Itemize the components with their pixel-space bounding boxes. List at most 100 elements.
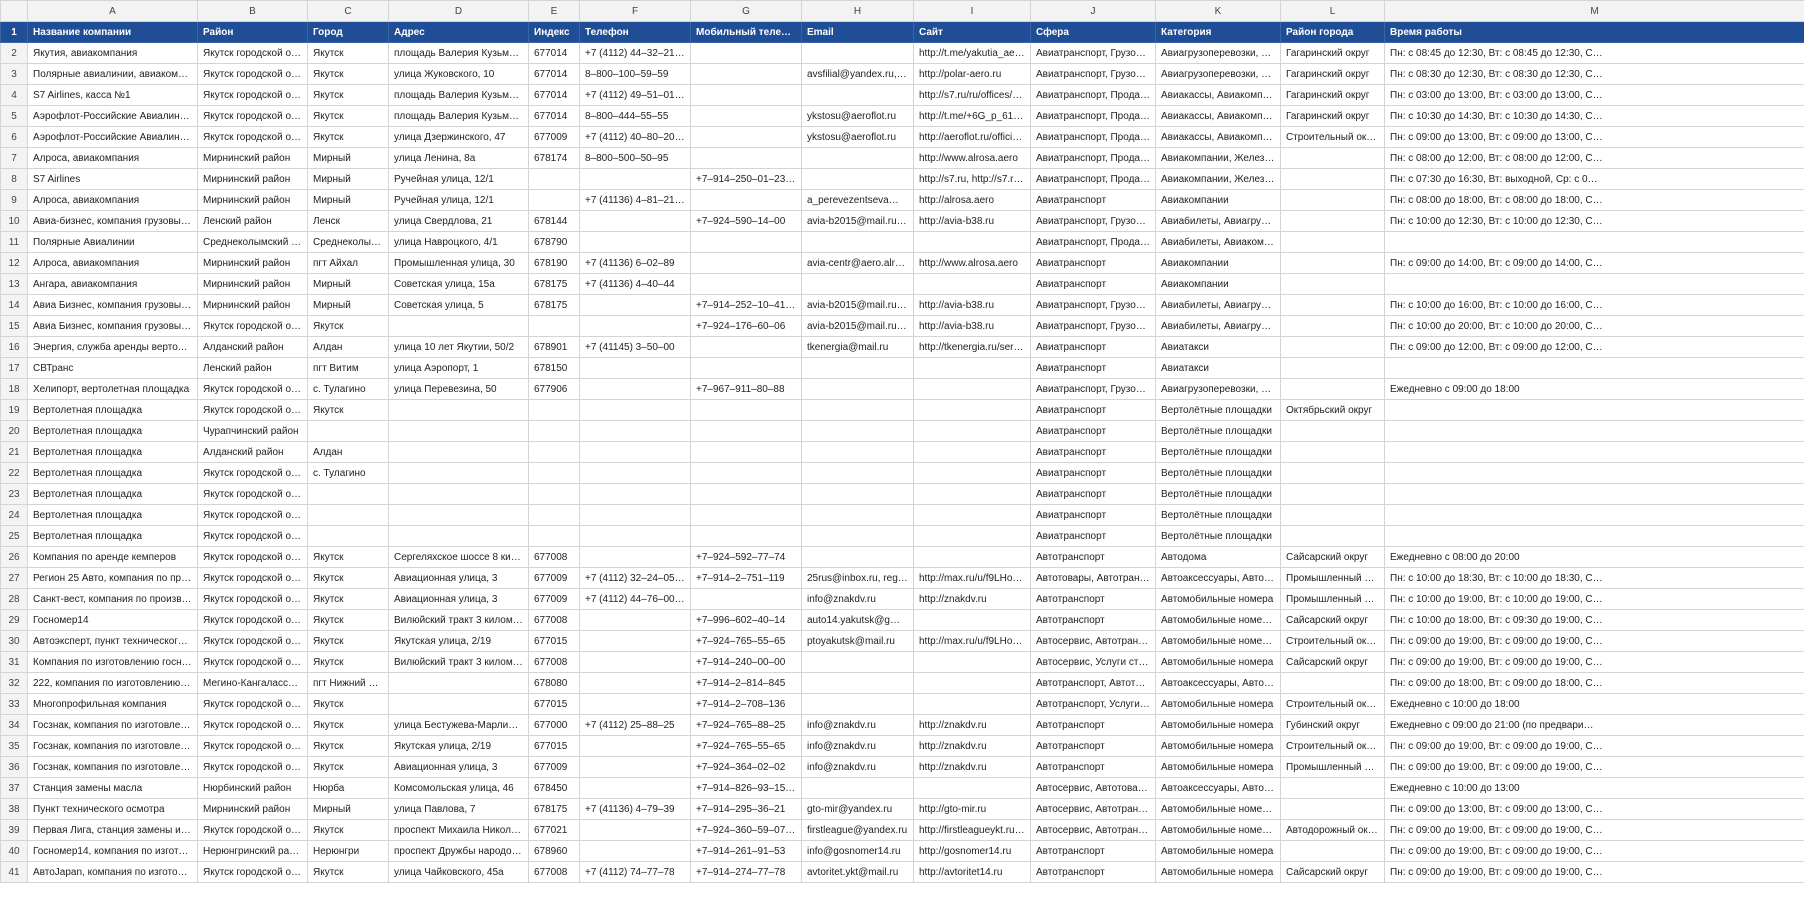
row-number[interactable]: 29 xyxy=(0,609,28,631)
cell-sector[interactable]: Авиатранспорт xyxy=(1030,252,1156,274)
cell-category[interactable]: Авиабилеты, Авиагрузопе… xyxy=(1155,315,1281,337)
cell-postal-code[interactable]: 678190 xyxy=(528,252,580,274)
cell-phone[interactable] xyxy=(579,399,691,421)
cell-working-hours[interactable]: Пн: с 10:00 до 12:30, Вт: с 10:00 до 12:… xyxy=(1384,210,1804,232)
cell-working-hours[interactable]: Пн: с 03:00 до 13:00, Вт: с 03:00 до 13:… xyxy=(1384,84,1804,106)
cell-sector[interactable]: Авиатранспорт xyxy=(1030,462,1156,484)
cell-working-hours[interactable]: Пн: с 08:45 до 12:30, Вт: с 08:45 до 12:… xyxy=(1384,42,1804,64)
cell-mobile-phone[interactable]: +7–914–240–00–00 xyxy=(690,651,802,673)
cell-phone[interactable]: +7 (41136) 6–02–89 xyxy=(579,252,691,274)
cell-phone[interactable]: +7 (41145) 3–50–00 xyxy=(579,336,691,358)
cell-postal-code[interactable]: 678150 xyxy=(528,357,580,379)
row-number[interactable]: 4 xyxy=(0,84,28,106)
cell-mobile-phone[interactable]: +7–924–765–88–25 xyxy=(690,714,802,736)
cell-email[interactable] xyxy=(801,147,914,169)
cell-address[interactable]: улица 10 лет Якутии, 50/2 xyxy=(388,336,529,358)
cell-city[interactable] xyxy=(307,525,389,547)
cell-phone[interactable]: 8–800–100–59–59 xyxy=(579,63,691,85)
cell-city[interactable]: Якутск xyxy=(307,105,389,127)
cell-website[interactable]: http://max.ru/u/f9LHodD… xyxy=(913,567,1031,589)
cell-working-hours[interactable]: Пн: с 09:00 до 13:00, Вт: с 09:00 до 13:… xyxy=(1384,126,1804,148)
cell-category[interactable]: Авиагрузоперевозки, Авиа… xyxy=(1155,378,1281,400)
cell-category[interactable]: Авиагрузоперевозки, Авиа… xyxy=(1155,42,1281,64)
cell-city[interactable] xyxy=(307,483,389,505)
cell-website[interactable] xyxy=(913,462,1031,484)
cell-company-name[interactable]: Полярные Авиалинии xyxy=(27,231,198,253)
cell-website[interactable] xyxy=(913,231,1031,253)
cell-category[interactable]: Авиатакси xyxy=(1155,357,1281,379)
cell-sector[interactable]: Авиатранспорт xyxy=(1030,441,1156,463)
cell-sector[interactable]: Автотранспорт xyxy=(1030,714,1156,736)
cell-city[interactable]: пгт Витим xyxy=(307,357,389,379)
cell-website[interactable] xyxy=(913,273,1031,295)
cell-company-name[interactable]: Санкт-вест, компания по производст… xyxy=(27,588,198,610)
row-number[interactable]: 35 xyxy=(0,735,28,757)
cell-website[interactable]: http://aeroflot.ru/offici… xyxy=(913,126,1031,148)
cell-phone[interactable] xyxy=(579,630,691,652)
cell-email[interactable]: ykstosu@aeroflot.ru xyxy=(801,126,914,148)
cell-email[interactable]: auto14.yakutsk@gmail.… xyxy=(801,609,914,631)
cell-company-name[interactable]: Вертолетная площадка xyxy=(27,483,198,505)
row-number[interactable]: 38 xyxy=(0,798,28,820)
cell-phone[interactable]: +7 (4112) 44–76–00, +7… xyxy=(579,588,691,610)
cell-phone[interactable] xyxy=(579,777,691,799)
cell-sector[interactable]: Автотранспорт xyxy=(1030,861,1156,883)
cell-city[interactable]: Якутск xyxy=(307,42,389,64)
cell-website[interactable] xyxy=(913,672,1031,694)
cell-city[interactable]: Якутск xyxy=(307,609,389,631)
cell-email[interactable]: gto-mir@yandex.ru xyxy=(801,798,914,820)
cell-company-name[interactable]: Вертолетная площадка xyxy=(27,420,198,442)
cell-sector[interactable]: Авиатранспорт, Грузопере… xyxy=(1030,63,1156,85)
cell-category[interactable]: Автомобильные номера xyxy=(1155,651,1281,673)
cell-website[interactable]: http://avia-b38.ru xyxy=(913,315,1031,337)
cell-working-hours[interactable]: Пн: с 08:30 до 12:30, Вт: с 08:30 до 12:… xyxy=(1384,63,1804,85)
cell-city[interactable]: Якутск xyxy=(307,126,389,148)
cell-city[interactable]: пгт Нижний Бес… xyxy=(307,672,389,694)
cell-phone[interactable] xyxy=(579,483,691,505)
cell-email[interactable] xyxy=(801,357,914,379)
column-header-m[interactable]: M xyxy=(1384,0,1804,22)
cell-email[interactable] xyxy=(801,84,914,106)
cell-sector[interactable]: Авиатранспорт, Продажа … xyxy=(1030,231,1156,253)
cell-working-hours[interactable] xyxy=(1384,504,1804,526)
cell-working-hours[interactable]: Пн: с 10:00 до 18:30, Вт: с 10:00 до 18:… xyxy=(1384,567,1804,589)
cell-category[interactable]: Автоаксессуары, Автомоб… xyxy=(1155,777,1281,799)
row-number[interactable]: 40 xyxy=(0,840,28,862)
cell-category[interactable]: Авиакассы, Авиакомпании xyxy=(1155,126,1281,148)
cell-working-hours[interactable]: Пн: с 09:00 до 19:00, Вт: с 09:00 до 19:… xyxy=(1384,861,1804,883)
cell-district[interactable]: Мегино-Кангаласский … xyxy=(197,672,308,694)
cell-company-name[interactable]: Вертолетная площадка xyxy=(27,504,198,526)
cell-city-district[interactable]: Строительный округ xyxy=(1280,126,1385,148)
row-number[interactable]: 33 xyxy=(0,693,28,715)
cell-phone[interactable]: +7 (4112) 49–51–01, 8–… xyxy=(579,84,691,106)
cell-city-district[interactable] xyxy=(1280,336,1385,358)
cell-working-hours[interactable]: Пн: с 08:00 до 18:00, Вт: с 08:00 до 18:… xyxy=(1384,189,1804,211)
cell-company-name[interactable]: Аэрофлот-Российские Авиалинии, ка… xyxy=(27,105,198,127)
cell-email[interactable] xyxy=(801,546,914,568)
cell-mobile-phone[interactable] xyxy=(690,357,802,379)
cell-sector[interactable]: Автотранспорт xyxy=(1030,546,1156,568)
cell-phone[interactable] xyxy=(579,378,691,400)
cell-mobile-phone[interactable]: +7–914–261–91–53 xyxy=(690,840,802,862)
cell-working-hours[interactable]: Пн: с 09:00 до 19:00, Вт: с 09:00 до 19:… xyxy=(1384,735,1804,757)
cell-city-district[interactable] xyxy=(1280,357,1385,379)
cell-mobile-phone[interactable]: +7–924–176–60–06 xyxy=(690,315,802,337)
row-number[interactable]: 2 xyxy=(0,42,28,64)
cell-postal-code[interactable] xyxy=(528,525,580,547)
cell-email[interactable]: info@znakdv.ru xyxy=(801,588,914,610)
cell-city-district[interactable] xyxy=(1280,672,1385,694)
cell-address[interactable]: Промышленная улица, 30 xyxy=(388,252,529,274)
cell-email[interactable]: firstleague@yandex.ru xyxy=(801,819,914,841)
cell-company-name[interactable]: Энергия, служба аренды вертолета xyxy=(27,336,198,358)
cell-city[interactable]: пгт Айхал xyxy=(307,252,389,274)
cell-district[interactable]: Якутск городской округ xyxy=(197,693,308,715)
cell-district[interactable]: Якутск городской округ xyxy=(197,315,308,337)
cell-website[interactable]: http://tkenergia.ru/service… xyxy=(913,336,1031,358)
cell-mobile-phone[interactable]: +7–914–2–708–136 xyxy=(690,693,802,715)
cell-address[interactable] xyxy=(388,420,529,442)
cell-sector[interactable]: Автотранспорт xyxy=(1030,756,1156,778)
cell-mobile-phone[interactable]: +7–914–826–93–15, +7… xyxy=(690,777,802,799)
cell-email[interactable] xyxy=(801,273,914,295)
cell-working-hours[interactable]: Ежедневно с 10:00 до 18:00 xyxy=(1384,693,1804,715)
cell-website[interactable]: http://znakdv.ru xyxy=(913,735,1031,757)
